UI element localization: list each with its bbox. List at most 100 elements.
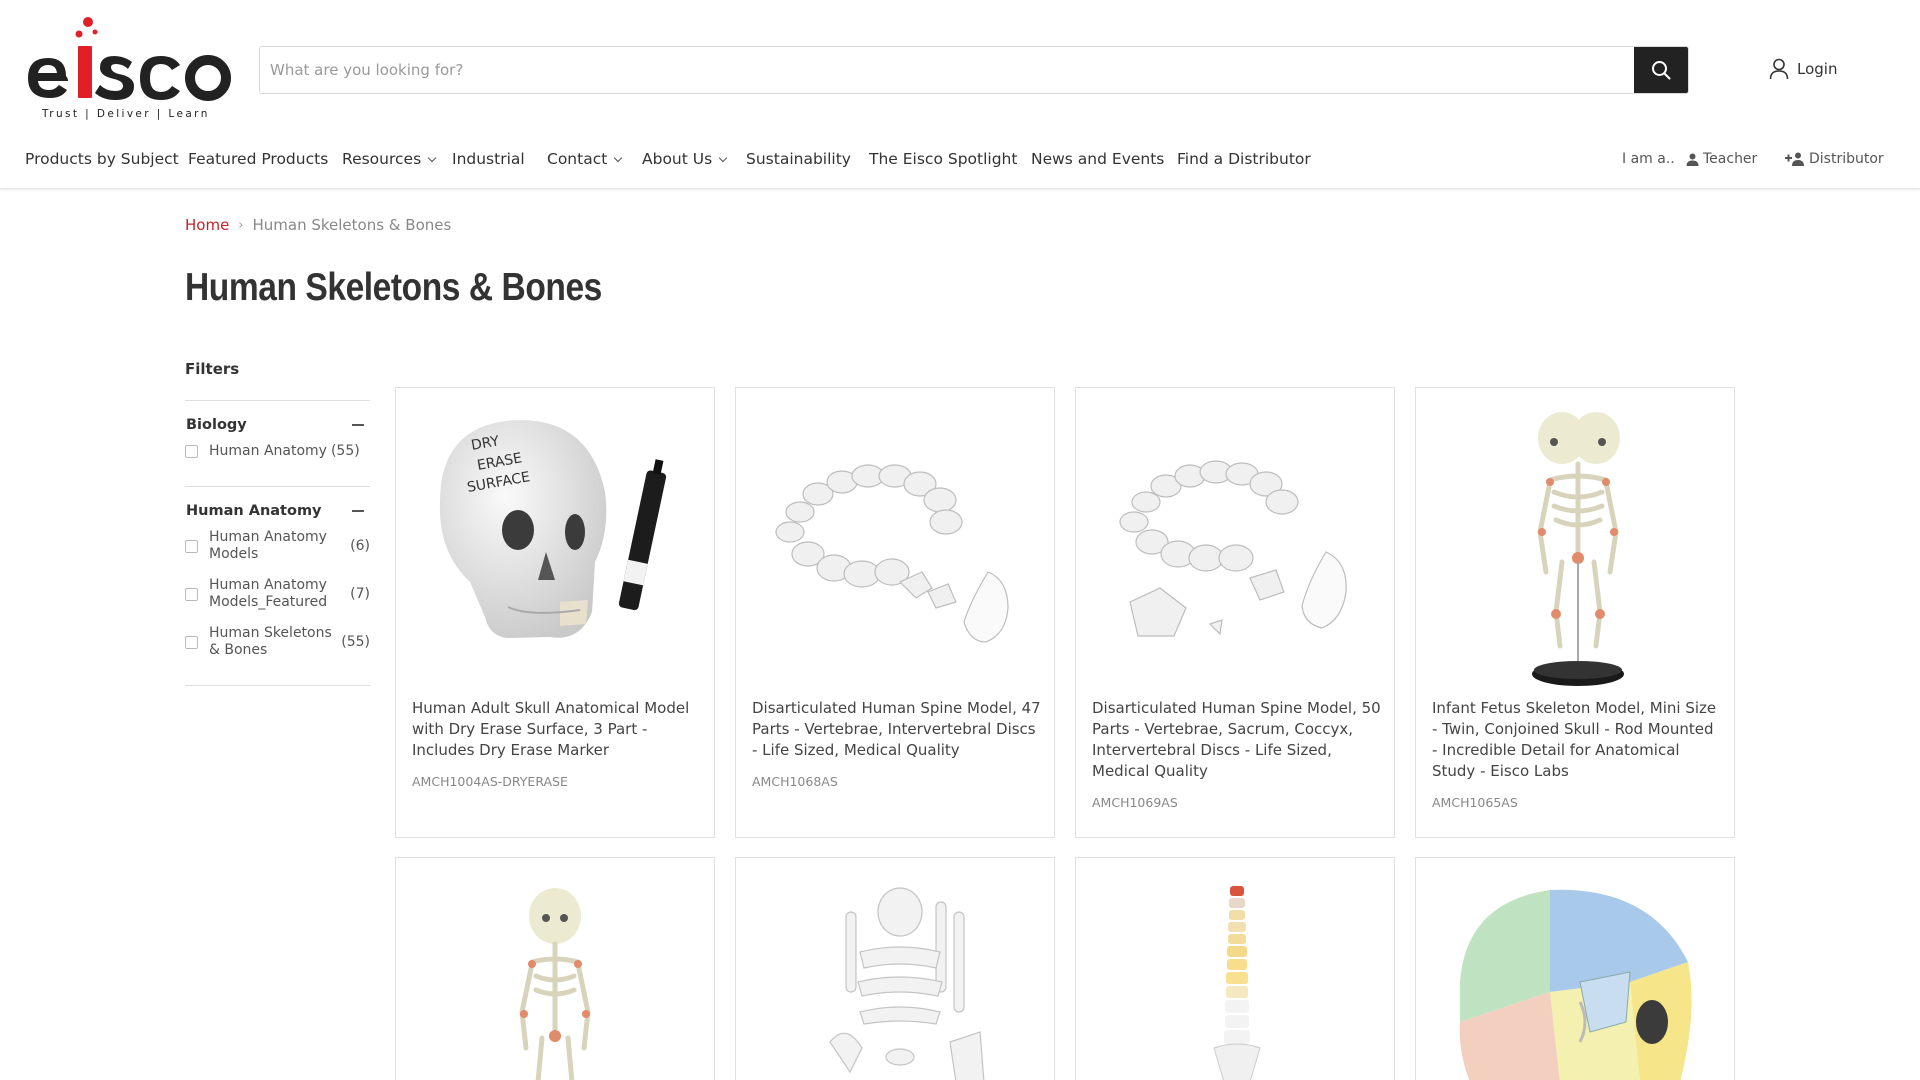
product-image[interactable] xyxy=(750,872,1040,1080)
nav-item-industrial[interactable]: Industrial xyxy=(452,150,525,168)
spine-column-image xyxy=(1213,886,1261,1080)
chevron-down-icon xyxy=(614,153,623,162)
nav-item-eisco-spotlight[interactable]: The Eisco Spotlight xyxy=(869,150,1017,168)
product-sku: AMCH1065AS xyxy=(1432,795,1518,810)
filter-group-header[interactable]: Human Anatomy xyxy=(185,503,370,519)
product-card[interactable]: DRY ERASE SURFACE Human Adult Skull Anat… xyxy=(395,387,715,838)
filter-option[interactable]: Human Skeletons & Bones (55) xyxy=(185,625,370,659)
logo-tagline: Trust | Deliver | Learn xyxy=(42,108,210,120)
nav-item-about-us[interactable]: About Us xyxy=(642,150,728,168)
product-image[interactable] xyxy=(410,872,700,1080)
colored-skull-image xyxy=(1459,889,1692,1080)
teacher-link[interactable]: Teacher xyxy=(1686,151,1757,167)
chevron-down-icon xyxy=(427,153,437,162)
filters-title: Filters xyxy=(185,360,240,378)
distributor-link[interactable]: Distributor xyxy=(1785,151,1884,167)
product-image[interactable] xyxy=(1430,872,1720,1080)
breadcrumb: Home › Human Skeletons & Bones xyxy=(185,216,451,234)
filter-checkbox[interactable] xyxy=(185,445,198,458)
filter-option-label: Human Anatomy xyxy=(209,443,327,459)
product-card[interactable] xyxy=(1415,857,1735,1080)
product-card[interactable]: Disarticulated Human Spine Model, 47 Par… xyxy=(735,387,1055,838)
nav-label: Featured Products xyxy=(188,150,329,168)
product-name[interactable]: Infant Fetus Skeleton Model, Mini Size -… xyxy=(1432,698,1722,782)
nav-item-resources[interactable]: Resources xyxy=(342,150,437,168)
spine-sacrum-image xyxy=(1119,460,1347,637)
product-image[interactable] xyxy=(750,402,1040,692)
filter-option-label: Human Anatomy Models_Featured xyxy=(209,577,328,610)
filter-option-count: (55) xyxy=(341,633,370,650)
filter-option-count: (55) xyxy=(330,443,360,459)
product-image[interactable]: DRY ERASE SURFACE xyxy=(410,402,700,692)
filter-option[interactable]: Human Anatomy (55) xyxy=(185,443,370,460)
search-icon xyxy=(1652,61,1671,80)
nav-item-featured-products[interactable]: Featured Products xyxy=(188,150,328,168)
teacher-label: Teacher xyxy=(1703,151,1758,167)
filter-option-label: Human Anatomy Models xyxy=(209,529,327,562)
spine-image xyxy=(775,464,1009,643)
user-icon xyxy=(1769,58,1789,80)
product-name[interactable]: Disarticulated Human Spine Model, 47 Par… xyxy=(752,698,1042,761)
user-plus-icon xyxy=(1785,152,1804,166)
conjoined-skeleton-image xyxy=(1532,412,1624,686)
filter-group-title: Human Anatomy xyxy=(186,503,322,519)
nav-item-sustainability[interactable]: Sustainability xyxy=(746,150,851,168)
filter-group-title: Biology xyxy=(186,417,247,433)
filter-checkbox[interactable] xyxy=(185,539,198,553)
nav-label: Find a Distributor xyxy=(1177,150,1311,168)
product-card[interactable]: Disarticulated Human Spine Model, 50 Par… xyxy=(1075,387,1395,838)
breadcrumb-home[interactable]: Home xyxy=(185,216,229,234)
filter-checkbox[interactable] xyxy=(185,635,198,649)
filter-option[interactable]: Human Anatomy Models_Featured (7) xyxy=(185,577,370,611)
collapse-minus-icon[interactable] xyxy=(352,510,364,512)
distributor-label: Distributor xyxy=(1809,151,1884,167)
product-image[interactable] xyxy=(1430,402,1720,692)
chevron-right-icon: › xyxy=(238,217,244,233)
filter-group-header[interactable]: Biology xyxy=(185,417,370,433)
filter-option-label: Human Skeletons & Bones xyxy=(209,625,332,658)
skull-image: DRY ERASE SURFACE xyxy=(439,420,667,638)
product-card[interactable]: Infant Fetus Skeleton Model, Mini Size -… xyxy=(1415,387,1735,838)
eisco-logo[interactable]: Trust | Deliver | Learn xyxy=(22,16,242,122)
filter-group-human-anatomy: Human Anatomy Human Anatomy Models (6) H… xyxy=(185,486,370,686)
filter-option[interactable]: Human Anatomy Models (6) xyxy=(185,529,370,563)
product-card[interactable] xyxy=(735,857,1055,1080)
nav-label: About Us xyxy=(642,150,713,168)
nav-label: Contact xyxy=(547,150,608,168)
filter-option-count: (6) xyxy=(350,537,370,554)
nav-item-products-by-subject[interactable]: Products by Subject xyxy=(25,150,179,168)
eisco-logo-mark xyxy=(28,17,231,101)
product-sku: AMCH1068AS xyxy=(752,774,838,789)
filters-panel: Biology Human Anatomy (55) Human Anatomy… xyxy=(185,400,370,686)
nav-label: Products by Subject xyxy=(25,150,179,168)
product-image[interactable] xyxy=(1090,872,1380,1080)
person-icon xyxy=(1686,153,1699,166)
i-am-a-label: I am a.. xyxy=(1622,151,1675,167)
search-input[interactable] xyxy=(260,47,1634,93)
filter-checkbox[interactable] xyxy=(185,587,198,601)
login-label: Login xyxy=(1797,60,1838,78)
product-card[interactable] xyxy=(395,857,715,1080)
login-link[interactable]: Login xyxy=(1769,58,1837,80)
product-name[interactable]: Human Adult Skull Anatomical Model with … xyxy=(412,698,702,761)
product-sku: AMCH1004AS-DRYERASE xyxy=(412,774,568,789)
fetal-skeleton-image xyxy=(519,888,591,1080)
nav-label: Resources xyxy=(342,150,422,168)
product-image[interactable] xyxy=(1090,402,1380,692)
page-title: Human Skeletons & Bones xyxy=(185,266,602,309)
search-button[interactable] xyxy=(1634,47,1688,93)
nav-label: Sustainability xyxy=(746,150,851,168)
filter-group-biology: Biology Human Anatomy (55) xyxy=(185,400,370,486)
iam-text: I am a.. xyxy=(1622,151,1675,167)
nav-item-find-a-distributor[interactable]: Find a Distributor xyxy=(1177,150,1311,168)
product-sku: AMCH1069AS xyxy=(1092,795,1178,810)
collapse-minus-icon[interactable] xyxy=(352,424,364,426)
breadcrumb-current: Human Skeletons & Bones xyxy=(252,216,452,234)
nav-label: The Eisco Spotlight xyxy=(869,150,1018,168)
nav-item-news-and-events[interactable]: News and Events xyxy=(1031,150,1164,168)
filter-option-count: (7) xyxy=(350,585,370,602)
product-card[interactable] xyxy=(1075,857,1395,1080)
disarticulated-skeleton-image xyxy=(829,887,985,1080)
nav-item-contact[interactable]: Contact xyxy=(547,150,623,168)
product-name[interactable]: Disarticulated Human Spine Model, 50 Par… xyxy=(1092,698,1382,782)
